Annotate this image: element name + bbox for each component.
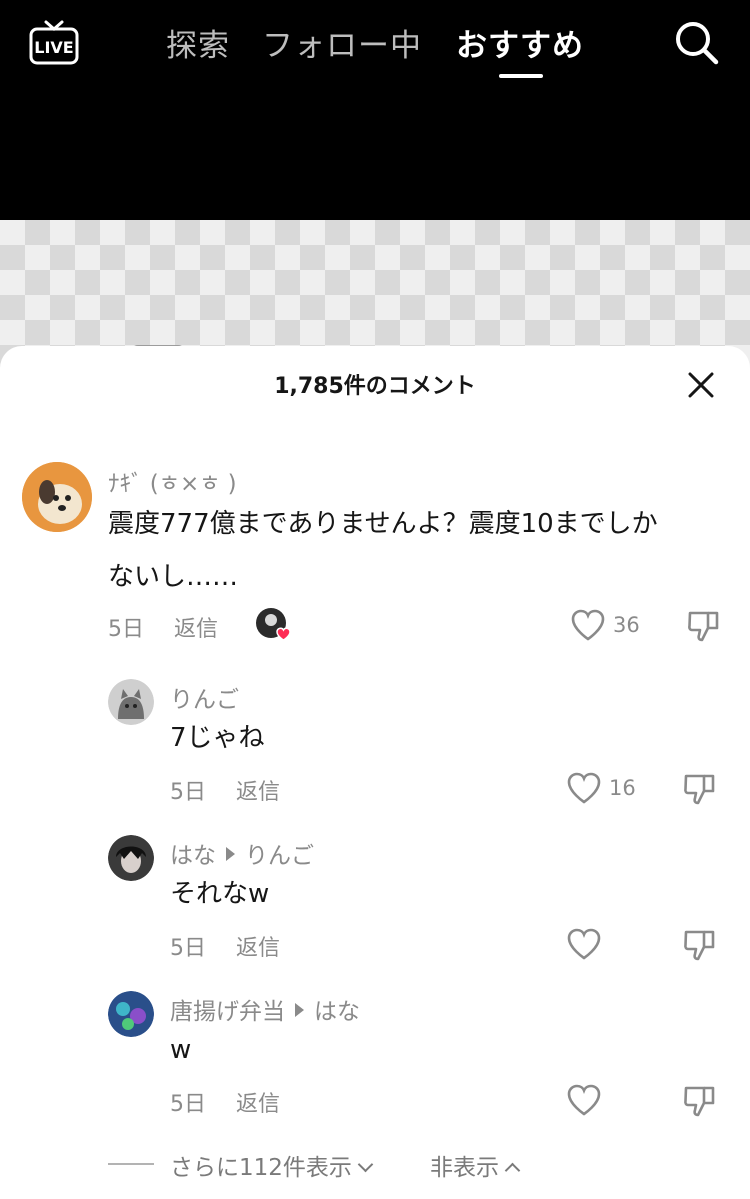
creator-liked-icon <box>256 608 290 641</box>
comments-count-title: 1,785件のコメント <box>274 374 476 399</box>
comment-age: 5日 <box>170 1092 206 1117</box>
reply-arrow-icon <box>226 847 235 861</box>
replies-footer: さらに112件表示 非表示 <box>0 1146 750 1186</box>
show-more-replies-button[interactable]: さらに112件表示 <box>170 1148 374 1182</box>
anime-avatar-icon <box>108 835 154 881</box>
tab-for-you[interactable]: おすすめ <box>456 20 584 65</box>
like-heart-icon[interactable] <box>566 771 602 805</box>
like-count: 16 <box>609 776 636 800</box>
reply-arrow-icon <box>295 1003 304 1017</box>
cat-avatar-icon <box>108 679 154 725</box>
divider <box>108 1163 154 1165</box>
tab-following[interactable]: フォロー中 <box>262 20 422 65</box>
comment-text-line: 7じゃね <box>170 723 265 753</box>
reply-button[interactable]: 返信 <box>236 780 280 805</box>
hide-replies-button[interactable]: 非表示 <box>430 1148 521 1182</box>
like-heart-icon[interactable] <box>566 927 602 961</box>
chevron-down-icon <box>357 1156 374 1173</box>
like-count: 36 <box>613 613 640 637</box>
like-heart-icon[interactable] <box>566 1083 602 1117</box>
comments-sheet: 1,785件のコメント ﾅｷﾞ (ㅎ×ㅎ ) 震度777億までありませんよ？震度… <box>0 346 750 1199</box>
chevron-up-icon <box>504 1162 521 1179</box>
reply-button[interactable]: 返信 <box>236 1092 280 1117</box>
reply-button[interactable]: 返信 <box>174 617 218 642</box>
comment-meta: 5日 返信 <box>170 774 280 806</box>
like-heart-icon[interactable] <box>570 608 606 642</box>
comment-meta: 5日 返信 <box>170 930 280 962</box>
comment-text-line: それなw <box>170 879 270 909</box>
comment-age: 5日 <box>170 936 206 961</box>
comment-age: 5日 <box>170 780 206 805</box>
reply-button[interactable]: 返信 <box>236 936 280 961</box>
avatar[interactable] <box>108 991 154 1037</box>
comment-text-line: 震度777億までありませんよ？震度10までしか <box>108 509 658 539</box>
dislike-icon[interactable] <box>682 927 718 963</box>
tab-explore[interactable]: 探索 <box>166 20 230 65</box>
close-icon[interactable] <box>686 370 716 400</box>
avatar[interactable] <box>108 679 154 725</box>
dog-avatar-icon <box>22 462 92 532</box>
comment-meta: 5日 返信 <box>108 611 218 643</box>
comment-meta: 5日 返信 <box>170 1086 280 1118</box>
dislike-icon[interactable] <box>682 771 718 807</box>
avatar[interactable] <box>22 462 92 532</box>
colorful-avatar-icon <box>108 991 154 1037</box>
top-navigation-bar: LIVE 探索 フォロー中 おすすめ <box>0 0 750 220</box>
avatar[interactable] <box>108 835 154 881</box>
dislike-icon[interactable] <box>686 608 722 644</box>
comment-username[interactable]: 唐揚げ弁当 はな <box>170 992 360 1026</box>
dislike-icon[interactable] <box>682 1083 718 1119</box>
comment-text-line: ないし…… <box>108 562 239 592</box>
comment-text-line: w <box>170 1035 192 1065</box>
active-tab-indicator <box>499 74 543 78</box>
comment-age: 5日 <box>108 617 144 642</box>
comment-username[interactable]: ﾅｷﾞ (ㅎ×ㅎ ) <box>108 464 237 498</box>
search-icon[interactable] <box>672 18 720 66</box>
